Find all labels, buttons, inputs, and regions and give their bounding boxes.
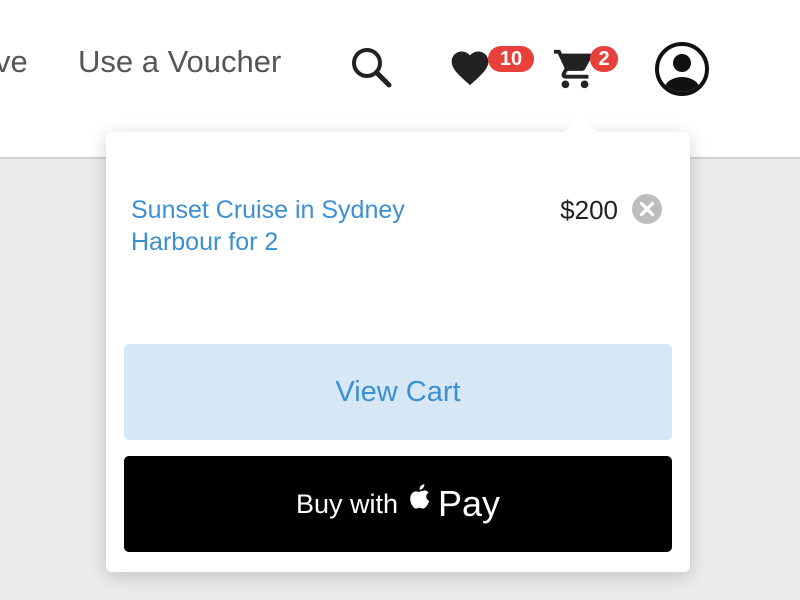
heart-icon bbox=[451, 51, 489, 86]
apple-pay-brand: Pay bbox=[438, 483, 501, 524]
view-cart-label: View Cart bbox=[335, 375, 461, 408]
user-account-icon bbox=[655, 42, 709, 96]
cart-button[interactable]: 2 bbox=[552, 44, 624, 92]
view-cart-button[interactable]: View Cart bbox=[124, 344, 672, 440]
nav-link-give[interactable]: Give bbox=[0, 44, 28, 80]
search-button[interactable] bbox=[350, 46, 394, 90]
dropdown-caret bbox=[563, 118, 599, 133]
remove-item-button[interactable] bbox=[631, 193, 663, 225]
cart-count-badge: 2 bbox=[590, 46, 618, 72]
cart-item-price: $200 bbox=[560, 195, 618, 225]
cart-dropdown: Sunset Cruise in Sydney Harbour for 2 $2… bbox=[106, 118, 690, 572]
wishlist-count-badge: 10 bbox=[488, 46, 534, 72]
close-circle-icon bbox=[632, 194, 662, 224]
apple-pay-prefix: Buy with bbox=[295, 488, 398, 519]
account-button[interactable] bbox=[654, 41, 710, 97]
wishlist-button[interactable]: 10 bbox=[448, 44, 538, 92]
apple-pay-button[interactable]: Buy with Pay bbox=[124, 456, 672, 552]
search-icon bbox=[352, 48, 392, 88]
apple-logo-icon bbox=[410, 484, 430, 509]
nav-link-use-voucher[interactable]: Use a Voucher bbox=[78, 44, 281, 80]
cart-item-title[interactable]: Sunset Cruise in Sydney Harbour for 2 bbox=[131, 194, 461, 258]
